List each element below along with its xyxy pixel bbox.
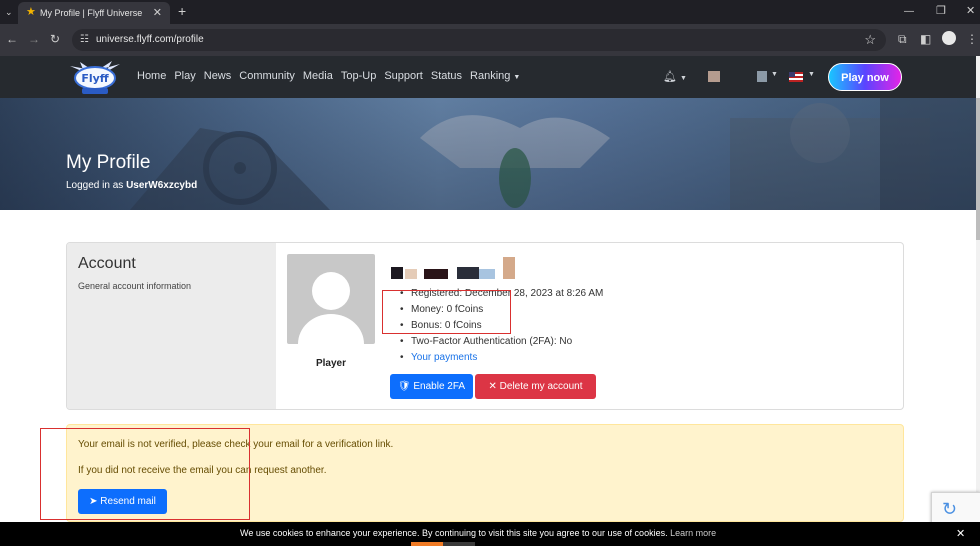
tab-search-icon[interactable]: ⌄ xyxy=(5,6,13,18)
browser-tab-bar: ⌄ ★ My Profile | Flyff Universe ✕ + — ❐ … xyxy=(0,0,980,24)
bookmark-star-icon[interactable]: ☆ xyxy=(864,32,876,48)
browser-menu-icon[interactable]: ⋮ xyxy=(966,32,978,46)
nav-status[interactable]: Status xyxy=(431,70,462,82)
shield-icon: 🛡︎ xyxy=(397,381,411,392)
window-close-button[interactable]: ✕ xyxy=(966,5,975,17)
annotation-box-alert xyxy=(40,428,250,520)
nav-media[interactable]: Media xyxy=(303,70,333,82)
cookie-decline-button[interactable] xyxy=(443,542,475,546)
logged-in-text: Logged in as UserW6xzcybd xyxy=(66,180,197,191)
extension-icon[interactable]: ⧉ xyxy=(898,32,907,46)
redacted-user-menu-2[interactable] xyxy=(757,71,767,82)
svg-text:Flyff: Flyff xyxy=(81,72,108,85)
tab-title: My Profile | Flyff Universe xyxy=(40,8,143,18)
back-icon[interactable]: ← xyxy=(6,33,18,45)
minimize-button[interactable]: — xyxy=(904,6,914,18)
username: UserW6xzcybd xyxy=(126,180,198,191)
page-scrollbar-thumb[interactable] xyxy=(976,98,980,240)
url-text[interactable]: universe.flyff.com/profile xyxy=(96,34,204,45)
reload-icon[interactable]: ↻ xyxy=(50,33,60,45)
profile-avatar-icon[interactable] xyxy=(942,31,956,45)
us-flag-icon[interactable] xyxy=(789,72,803,82)
browser-toolbar: ← → ↻ ☷ universe.flyff.com/profile ☆ ⧉ ◧… xyxy=(0,24,980,56)
nav-ranking-label: Ranking xyxy=(470,70,511,82)
maximize-button[interactable]: ❐ xyxy=(936,5,946,17)
your-payments-link[interactable]: Your payments xyxy=(411,352,477,363)
play-now-button[interactable]: Play now xyxy=(828,63,902,91)
nav-community[interactable]: Community xyxy=(239,70,295,82)
nav-home[interactable]: Home xyxy=(137,70,166,82)
chevron-down-icon: ▼ xyxy=(513,74,521,81)
forward-icon[interactable]: → xyxy=(28,33,40,45)
account-title: Account xyxy=(78,255,136,272)
nav-links: Home Play News Community Media Top-Up Su… xyxy=(137,70,528,82)
avatar xyxy=(287,254,375,344)
page-title: My Profile xyxy=(66,152,151,173)
language-chevron-icon[interactable]: ▼ xyxy=(808,71,815,78)
cookie-message: We use cookies to enhance your experienc… xyxy=(240,528,716,538)
profile-banner: My Profile Logged in as UserW6xzcybd xyxy=(0,98,976,210)
payments-item: Your payments xyxy=(397,350,603,366)
nav-topup[interactable]: Top-Up xyxy=(341,70,376,82)
cookie-close-button[interactable]: ✕ xyxy=(956,527,965,540)
nav-news[interactable]: News xyxy=(204,70,232,82)
notification-bell-icon[interactable]: 🔔︎ ▼ xyxy=(663,70,687,83)
twofa-status: Two-Factor Authentication (2FA): No xyxy=(397,334,603,350)
flyff-logo[interactable]: Flyff xyxy=(66,58,124,96)
user-menu-chevron-icon[interactable]: ▼ xyxy=(771,71,778,78)
site-info-icon[interactable]: ☷ xyxy=(80,34,89,45)
logged-in-prefix: Logged in as xyxy=(66,180,124,191)
nav-ranking[interactable]: Ranking ▼ xyxy=(470,70,520,82)
annotation-box-balances xyxy=(382,290,511,334)
site-favicon-icon: ★ xyxy=(26,6,36,18)
nav-play[interactable]: Play xyxy=(174,70,195,82)
tab-close-icon[interactable]: ✕ xyxy=(153,6,162,19)
browser-tab-active[interactable]: ★ My Profile | Flyff Universe ✕ xyxy=(18,2,170,24)
account-sidebar: Account General account information xyxy=(67,243,276,409)
redacted-user-menu[interactable] xyxy=(708,71,720,82)
sidepanel-icon[interactable]: ◧ xyxy=(920,32,931,46)
cookie-text: We use cookies to enhance your experienc… xyxy=(240,528,668,538)
enable-2fa-button[interactable]: 🛡︎ Enable 2FA xyxy=(390,374,473,399)
cookie-accept-button[interactable] xyxy=(411,542,443,546)
player-role-label: Player xyxy=(315,358,347,369)
enable-2fa-label: Enable 2FA xyxy=(413,381,466,392)
new-tab-button[interactable]: + xyxy=(178,4,186,18)
delete-account-label: Delete my account xyxy=(499,381,583,392)
nav-support[interactable]: Support xyxy=(384,70,423,82)
cookie-learn-more-link[interactable]: Learn more xyxy=(670,528,716,538)
redacted-username xyxy=(391,257,515,279)
close-icon: ✕ xyxy=(488,381,497,392)
delete-account-button[interactable]: ✕ Delete my account xyxy=(475,374,596,399)
address-bar[interactable]: ☷ universe.flyff.com/profile ☆ xyxy=(72,29,886,51)
recaptcha-icon: ↻ xyxy=(942,499,958,519)
site-navbar: Flyff Home Play News Community Media Top… xyxy=(0,56,976,98)
account-subtitle: General account information xyxy=(78,281,192,291)
cookie-banner: We use cookies to enhance your experienc… xyxy=(0,522,980,546)
